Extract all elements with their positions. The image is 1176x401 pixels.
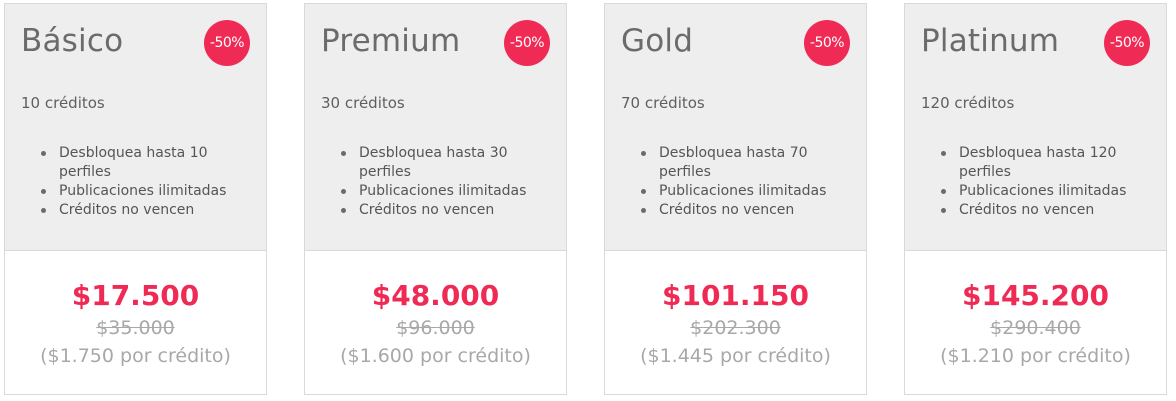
plan-card-basico[interactable]: Básico -50% 10 créditos Desbloquea hasta… xyxy=(4,3,267,395)
feature-item: Créditos no vencen xyxy=(639,201,829,220)
plan-price: $17.500 xyxy=(71,279,200,312)
plan-old-price: $35.000 xyxy=(96,317,175,339)
feature-item: Créditos no vencen xyxy=(939,201,1129,220)
plan-card-header: Platinum -50% 120 créditos Desbloquea ha… xyxy=(905,4,1166,251)
feature-text: Desbloquea hasta 70 perfiles xyxy=(659,145,808,180)
feature-text: Publicaciones ilimitadas xyxy=(959,183,1127,199)
plan-price-per-credit: ($1.210 por crédito) xyxy=(940,345,1131,367)
bullet-icon xyxy=(941,151,946,156)
bullet-icon xyxy=(341,151,346,156)
plan-price: $145.200 xyxy=(961,279,1109,312)
feature-item: Desbloquea hasta 10 perfiles xyxy=(39,144,229,182)
discount-badge: -50% xyxy=(504,20,550,66)
feature-text: Publicaciones ilimitadas xyxy=(659,183,827,199)
plan-price-per-credit: ($1.445 por crédito) xyxy=(640,345,831,367)
feature-text: Publicaciones ilimitadas xyxy=(359,183,527,199)
feature-text: Créditos no vencen xyxy=(59,202,195,218)
feature-item: Créditos no vencen xyxy=(39,201,229,220)
feature-list: Desbloquea hasta 10 perfiles Publicacion… xyxy=(39,144,229,220)
bullet-icon xyxy=(41,189,46,194)
bullet-icon xyxy=(41,208,46,213)
bullet-icon xyxy=(641,151,646,156)
bullet-icon xyxy=(341,189,346,194)
bullet-icon xyxy=(941,189,946,194)
feature-item: Desbloquea hasta 70 perfiles xyxy=(639,144,829,182)
plan-old-price: $290.400 xyxy=(990,317,1081,339)
feature-item: Publicaciones ilimitadas xyxy=(939,182,1129,201)
feature-text: Créditos no vencen xyxy=(959,202,1095,218)
feature-list: Desbloquea hasta 30 perfiles Publicacion… xyxy=(339,144,529,220)
discount-badge: -50% xyxy=(1104,20,1150,66)
plan-card-header: Gold -50% 70 créditos Desbloquea hasta 7… xyxy=(605,4,866,251)
feature-list: Desbloquea hasta 120 perfiles Publicacio… xyxy=(939,144,1129,220)
feature-text: Créditos no vencen xyxy=(359,202,495,218)
bullet-icon xyxy=(941,208,946,213)
feature-text: Desbloquea hasta 120 perfiles xyxy=(959,145,1117,180)
feature-item: Publicaciones ilimitadas xyxy=(339,182,529,201)
plan-card-pricing: $101.150 $202.300 ($1.445 por crédito) xyxy=(605,251,866,394)
feature-list: Desbloquea hasta 70 perfiles Publicacion… xyxy=(639,144,829,220)
plan-old-price: $202.300 xyxy=(690,317,781,339)
plan-price-per-credit: ($1.750 por crédito) xyxy=(40,345,231,367)
plan-credits: 10 créditos xyxy=(21,94,105,112)
plan-credits: 30 créditos xyxy=(321,94,405,112)
feature-text: Desbloquea hasta 30 perfiles xyxy=(359,145,508,180)
bullet-icon xyxy=(641,189,646,194)
plan-card-premium[interactable]: Premium -50% 30 créditos Desbloquea hast… xyxy=(304,3,567,395)
bullet-icon xyxy=(641,208,646,213)
plan-name: Platinum xyxy=(921,23,1060,59)
bullet-icon xyxy=(341,208,346,213)
plan-name: Premium xyxy=(321,23,461,59)
feature-text: Publicaciones ilimitadas xyxy=(59,183,227,199)
plan-card-pricing: $145.200 $290.400 ($1.210 por crédito) xyxy=(905,251,1166,394)
feature-item: Créditos no vencen xyxy=(339,201,529,220)
plan-card-platinum[interactable]: Platinum -50% 120 créditos Desbloquea ha… xyxy=(904,3,1167,395)
discount-badge: -50% xyxy=(204,20,250,66)
discount-badge: -50% xyxy=(804,20,850,66)
pricing-plans: Básico -50% 10 créditos Desbloquea hasta… xyxy=(0,0,1176,401)
plan-card-header: Básico -50% 10 créditos Desbloquea hasta… xyxy=(5,4,266,251)
plan-credits: 70 créditos xyxy=(621,94,705,112)
plan-name: Gold xyxy=(621,23,694,59)
plan-card-gold[interactable]: Gold -50% 70 créditos Desbloquea hasta 7… xyxy=(604,3,867,395)
plan-credits: 120 créditos xyxy=(921,94,1015,112)
feature-item: Publicaciones ilimitadas xyxy=(39,182,229,201)
plan-price: $48.000 xyxy=(371,279,500,312)
plan-name: Básico xyxy=(21,23,124,59)
feature-item: Publicaciones ilimitadas xyxy=(639,182,829,201)
plan-card-header: Premium -50% 30 créditos Desbloquea hast… xyxy=(305,4,566,251)
feature-item: Desbloquea hasta 30 perfiles xyxy=(339,144,529,182)
plan-card-pricing: $48.000 $96.000 ($1.600 por crédito) xyxy=(305,251,566,394)
feature-text: Créditos no vencen xyxy=(659,202,795,218)
bullet-icon xyxy=(41,151,46,156)
plan-old-price: $96.000 xyxy=(396,317,475,339)
plan-price-per-credit: ($1.600 por crédito) xyxy=(340,345,531,367)
feature-text: Desbloquea hasta 10 perfiles xyxy=(59,145,208,180)
plan-price: $101.150 xyxy=(661,279,809,312)
plan-card-pricing: $17.500 $35.000 ($1.750 por crédito) xyxy=(5,251,266,394)
feature-item: Desbloquea hasta 120 perfiles xyxy=(939,144,1129,182)
